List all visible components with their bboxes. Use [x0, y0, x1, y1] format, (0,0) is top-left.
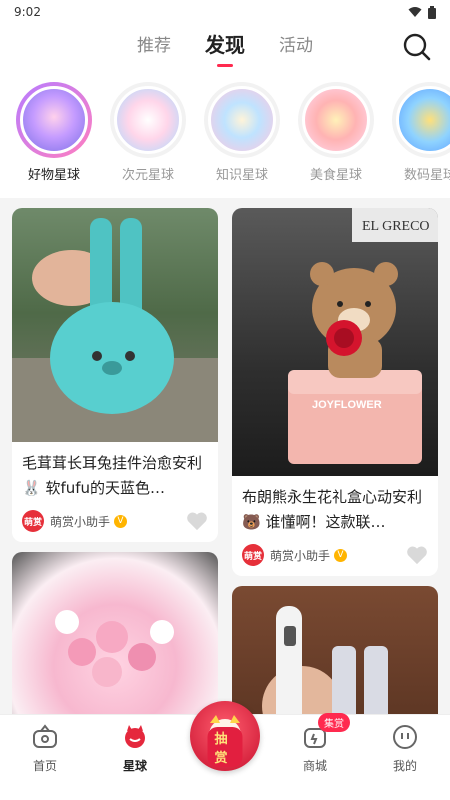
- status-bar: 9:02: [0, 0, 450, 24]
- draw-button[interactable]: 抽赏: [190, 701, 260, 771]
- post-image-toothbrush: [232, 586, 438, 714]
- nav-label: 商城: [302, 759, 327, 773]
- planet-label: 数码星球: [403, 168, 450, 183]
- box-brand-text: JOYFLOWER: [312, 399, 382, 411]
- post-title: 布朗熊永生花礼盒心动安利🐻 谁懂啊！这款联…: [242, 488, 423, 531]
- top-tabs: 推荐 发现 活动: [0, 24, 450, 68]
- planet-categories: 好物星球 次元星球 知识星球 美食星球 数码星球: [0, 68, 450, 186]
- bunny-plush-image: [12, 218, 218, 442]
- nav-draw[interactable]: 抽赏: [190, 701, 260, 793]
- planet-anime-image: [114, 86, 182, 154]
- planet-goods-image: [20, 86, 88, 154]
- nav-label: 星球: [122, 759, 147, 773]
- flower-bouquet-image: [55, 610, 174, 687]
- planet-digital[interactable]: 数码星球: [392, 82, 450, 186]
- shop-sign-text: EL GRECO: [362, 219, 430, 234]
- post-card[interactable]: [12, 552, 218, 714]
- home-icon: [33, 724, 57, 748]
- feed-column-right: EL GRECO JOYFLOWER 布朗熊永生花礼盒心动安利🐻 谁懂啊！这款联…: [232, 208, 438, 714]
- status-time: 9:02: [14, 5, 41, 19]
- collect-badge: 集赏: [318, 713, 350, 732]
- nav-label: 首页: [32, 759, 57, 773]
- draw-label: 抽赏: [207, 727, 243, 767]
- nav-home[interactable]: 首页: [10, 723, 80, 774]
- wifi-icon: [408, 7, 422, 17]
- post-card[interactable]: EL GRECO JOYFLOWER 布朗熊永生花礼盒心动安利🐻 谁懂啊！这款联…: [232, 208, 438, 576]
- avatar[interactable]: 萌赏: [242, 544, 264, 566]
- nav-profile[interactable]: 我的: [370, 723, 440, 774]
- bear-flower-box-image: EL GRECO JOYFLOWER: [288, 208, 438, 464]
- author-name[interactable]: 萌赏小助手: [270, 547, 330, 564]
- post-image-flower-bouquet: [12, 552, 218, 714]
- planet-food[interactable]: 美食星球: [298, 82, 374, 186]
- planet-digital-image: [396, 86, 450, 154]
- post-image-bear-flower-box: EL GRECO JOYFLOWER: [232, 208, 438, 476]
- post-title: 毛茸茸长耳兔挂件治愈安利🐰 软fufu的天蓝色…: [22, 454, 203, 497]
- tab-activity[interactable]: 活动: [279, 31, 313, 62]
- planet-label: 好物星球: [27, 168, 80, 183]
- planet-label: 次元星球: [121, 168, 174, 183]
- verified-badge-icon: V: [334, 548, 348, 562]
- heart-icon[interactable]: [406, 545, 428, 565]
- search-icon[interactable]: [402, 32, 432, 62]
- toothbrush-image: [262, 606, 388, 714]
- author-name[interactable]: 萌赏小助手: [50, 513, 110, 530]
- planet-label: 知识星球: [215, 168, 268, 183]
- feed-column-left: 毛茸茸长耳兔挂件治愈安利🐰 软fufu的天蓝色… 萌赏 萌赏小助手 V: [12, 208, 218, 714]
- profile-icon: [393, 725, 417, 749]
- battery-icon: [428, 5, 436, 19]
- tab-discover[interactable]: 发现: [205, 29, 245, 64]
- planet-food-image: [302, 86, 370, 154]
- planet-knowledge-image: [208, 86, 276, 154]
- tab-recommend[interactable]: 推荐: [137, 31, 171, 62]
- planet-anime[interactable]: 次元星球: [110, 82, 186, 186]
- verified-badge-icon: V: [114, 514, 128, 528]
- nav-label: 我的: [392, 759, 417, 773]
- planet-goods[interactable]: 好物星球: [16, 82, 92, 186]
- nav-planet[interactable]: 星球: [100, 723, 170, 774]
- discover-feed: 毛茸茸长耳兔挂件治愈安利🐰 软fufu的天蓝色… 萌赏 萌赏小助手 V EL G…: [0, 198, 450, 714]
- nav-mall[interactable]: 集赏 商城: [280, 713, 350, 774]
- post-image-bunny-charm: [12, 208, 218, 442]
- planet-knowledge[interactable]: 知识星球: [204, 82, 280, 186]
- post-card[interactable]: [232, 586, 438, 714]
- avatar[interactable]: 萌赏: [22, 510, 44, 532]
- heart-icon[interactable]: [186, 511, 208, 531]
- post-card[interactable]: 毛茸茸长耳兔挂件治愈安利🐰 软fufu的天蓝色… 萌赏 萌赏小助手 V: [12, 208, 218, 542]
- planet-devil-icon: [125, 725, 145, 748]
- bottom-nav: 首页 星球 抽赏 集赏 商城 我的: [0, 701, 450, 800]
- planet-label: 美食星球: [309, 168, 362, 183]
